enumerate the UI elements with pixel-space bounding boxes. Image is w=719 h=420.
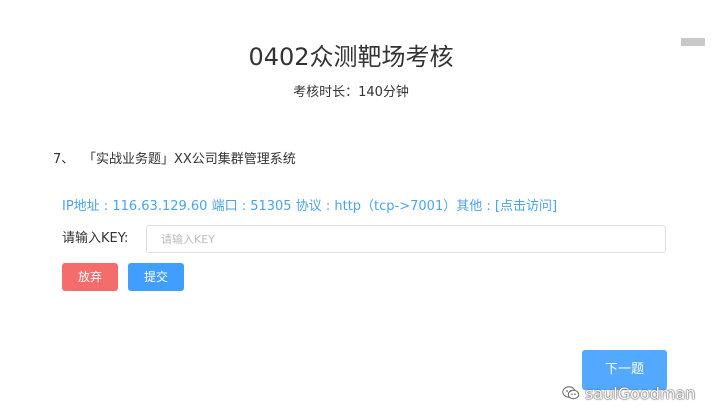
target-info: IP地址 : 116.63.129.60 端口 : 51305 协议 : htt… [62,198,557,216]
page-title: 0402众测靶场考核 [248,43,454,71]
port-value: 51305 [250,199,292,214]
port-label: 端口 : [207,199,251,214]
duration-value: 140分钟 [358,85,409,100]
other-label: 其他 : [456,199,495,214]
ip-address: 116.63.129.60 [112,199,208,214]
abandon-button[interactable]: 放弃 [62,263,118,291]
question-text: 「实战业务题」XX公司集群管理系统 [83,152,296,167]
protocol-label: 协议 : [291,199,335,214]
question-number: 7、 [53,152,75,167]
question-title: 7、 「实战业务题」XX公司集群管理系统 [53,151,296,169]
protocol-value: http（tcp->7001） [334,199,457,214]
key-label: 请输入KEY: [62,231,129,246]
watermark: saulGoodman [562,381,695,405]
access-link[interactable]: [点击访问] [495,199,557,214]
key-input[interactable] [146,225,666,253]
wechat-icon [562,385,580,401]
duration-label: 考核时长： [293,85,359,100]
watermark-text: saulGoodman [585,383,696,403]
submit-button[interactable]: 提交 [128,263,184,291]
exam-duration: 考核时长：140分钟 [0,84,702,102]
ip-label: IP地址 : [62,199,113,214]
